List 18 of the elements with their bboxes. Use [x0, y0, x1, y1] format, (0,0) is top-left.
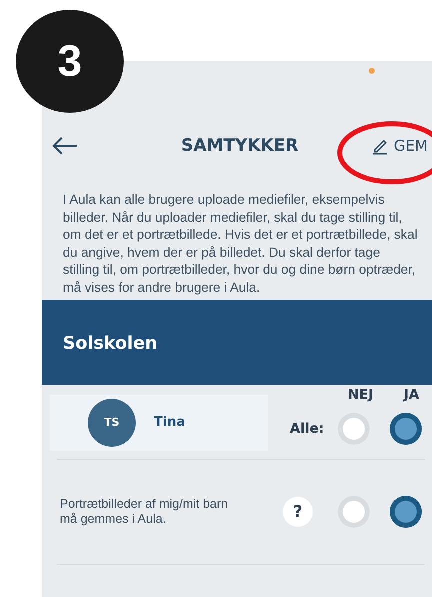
page-title: SAMTYKKER — [180, 136, 300, 156]
radio-button[interactable] — [390, 412, 422, 445]
person-name: Tina — [154, 415, 186, 430]
consent-text: Portrætbilleder af mig/mit barn må gemmes i Aula. — [60, 496, 230, 527]
help-button[interactable]: ? — [283, 496, 313, 527]
description-text: I Aula kan alle brugere uploade mediefiler, eksempelvis billeder. Når du uploader mediefiler, skal du tage stilling til, om det er et portrætbillede. Hvis det er et portrætbillede, skal du angive, hvem der er på billedet. Du skal derfor tage stilling til, om portrætbilleder, hvor du og dine børn optræder, må vises for andre brugere i Aula. — [63, 191, 418, 297]
column-header: NEJ — [348, 386, 374, 403]
save-button[interactable]: GEM — [372, 137, 428, 155]
institution-name: Solskolen — [63, 334, 158, 354]
avatar: TS — [88, 398, 136, 447]
radio-button[interactable] — [338, 496, 370, 528]
radio-button[interactable] — [390, 496, 422, 528]
radio-button[interactable] — [338, 412, 370, 445]
all-label: Alle: — [290, 420, 324, 437]
back-arrow-icon[interactable] — [52, 136, 78, 156]
step-badge: 3 — [16, 10, 124, 113]
status-dot — [369, 68, 375, 74]
column-header: JA — [404, 386, 420, 403]
